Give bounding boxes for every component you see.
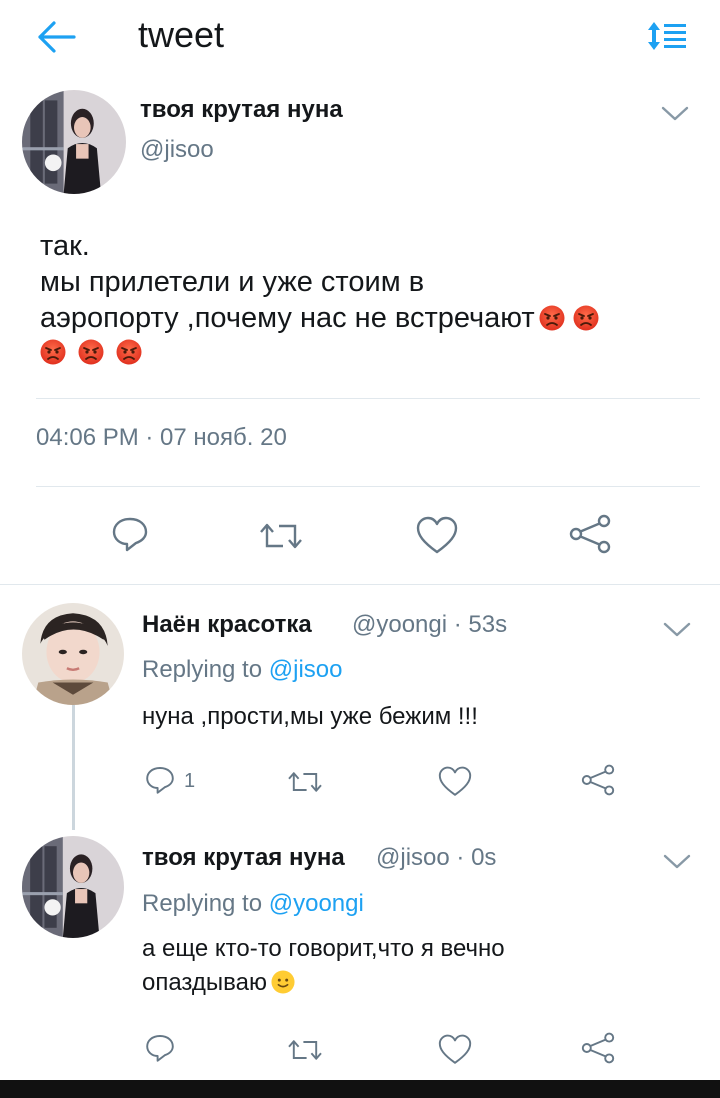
angry-face-emoji (40, 339, 66, 365)
reply-time: · 53s (453, 611, 508, 638)
tweet-text-line: так. (40, 230, 90, 262)
thread-line (72, 705, 75, 830)
divider (0, 584, 720, 585)
retweet-icon[interactable] (286, 1034, 324, 1066)
chevron-down-icon[interactable] (662, 852, 692, 872)
angry-face-emoji (573, 305, 599, 331)
replying-label: Replying to (142, 656, 263, 683)
tweet-text-segment: аэропорту ,почему нас не встречают (40, 302, 535, 334)
replying-handle-link[interactable]: @yoongi (269, 890, 364, 917)
tweet-timestamp: 04:06 PM · 07 нояб. 20 (36, 424, 287, 451)
like-icon[interactable] (414, 516, 460, 556)
replying-to: Replying to @jisoo (142, 656, 342, 684)
retweet-icon[interactable] (258, 516, 304, 556)
reply-text-line: опаздываю (142, 966, 682, 1000)
retweet-icon[interactable] (286, 766, 324, 798)
like-icon[interactable] (436, 1034, 474, 1066)
reply-text-segment: опаздываю (142, 969, 267, 996)
author-name[interactable]: твоя крутая нуна (140, 96, 343, 124)
divider (36, 398, 700, 399)
reply-time: · 0s (456, 844, 497, 871)
reply-count: 1 (184, 770, 196, 792)
angry-face-emoji (116, 339, 142, 365)
slightly-smiling-face-emoji (271, 970, 295, 994)
system-nav-bar (0, 1080, 720, 1098)
avatar[interactable] (22, 603, 124, 705)
replying-label: Replying to (142, 890, 263, 917)
share-icon[interactable] (580, 764, 616, 796)
top-app-bar: tweet (0, 0, 720, 76)
chevron-down-icon[interactable] (662, 620, 692, 640)
tweet-text-line: мы прилетели и уже стоим в (40, 266, 425, 298)
share-icon[interactable] (568, 514, 612, 554)
divider (36, 486, 700, 487)
author-name[interactable]: Наён красотка (142, 611, 312, 639)
handle-text: @yoongi (352, 611, 448, 638)
reply-text: а еще кто-то говорит,что я вечно опаздыв… (142, 932, 682, 1000)
author-handle[interactable]: @yoongi · 53s (352, 611, 507, 639)
chevron-down-icon[interactable] (660, 104, 690, 124)
sort-icon[interactable] (646, 20, 688, 52)
avatar[interactable] (22, 836, 124, 938)
reply-icon[interactable] (144, 1032, 176, 1064)
tweet-text-line: аэропорту ,почему нас не встречают (40, 300, 680, 336)
tweet-emoji-row (40, 334, 680, 370)
author-name[interactable]: твоя крутая нуна (142, 844, 345, 872)
like-icon[interactable] (436, 766, 474, 798)
replying-to: Replying to @yoongi (142, 890, 364, 918)
author-handle[interactable]: @jisoo (140, 136, 214, 164)
author-handle[interactable]: @jisoo · 0s (376, 844, 496, 872)
replying-handle-link[interactable]: @jisoo (269, 656, 343, 683)
reply-text-line: а еще кто-то говорит,что я вечно (142, 935, 505, 962)
handle-text: @jisoo (376, 844, 450, 871)
angry-face-emoji (539, 305, 565, 331)
share-icon[interactable] (580, 1032, 616, 1064)
page-title: tweet (138, 14, 225, 55)
tweet-text: так. мы прилетели и уже стоим в аэропорт… (40, 228, 680, 370)
arrow-left-icon[interactable] (36, 20, 76, 54)
angry-face-emoji (78, 339, 104, 365)
reply-icon[interactable] (144, 764, 176, 796)
reply-text: нуна ,прости,мы уже бежим !!! (142, 703, 478, 730)
reply-icon[interactable] (110, 514, 150, 554)
avatar[interactable] (22, 90, 126, 194)
